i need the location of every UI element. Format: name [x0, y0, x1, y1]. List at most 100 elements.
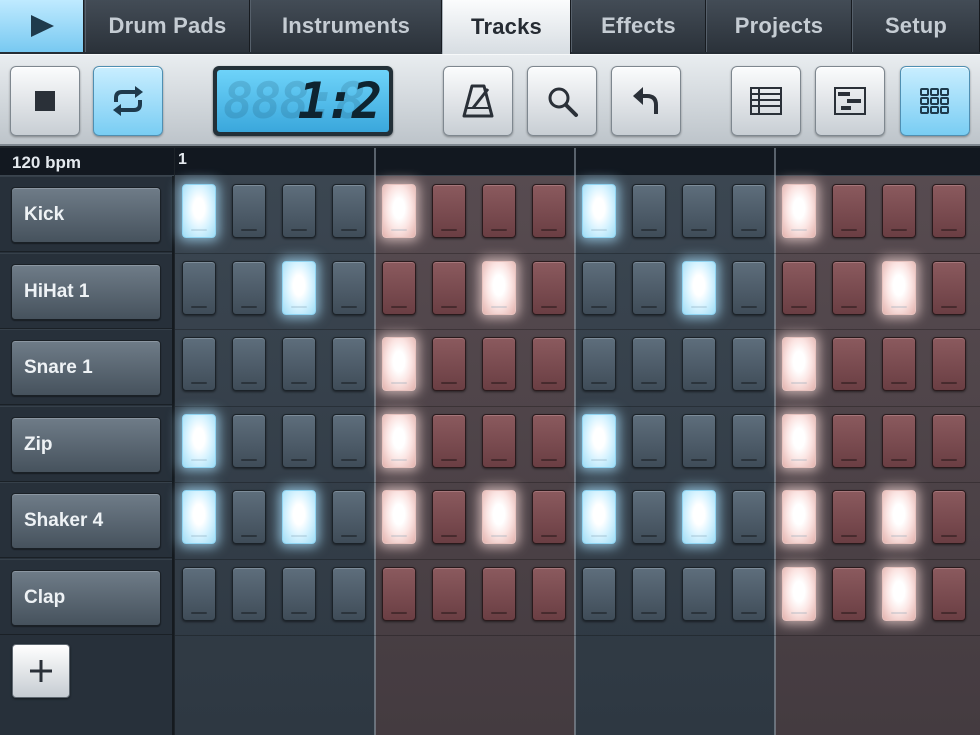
- step-pad[interactable]: [532, 184, 566, 238]
- step-pad[interactable]: [632, 337, 666, 391]
- step-pad[interactable]: [432, 337, 466, 391]
- step-pad[interactable]: [432, 566, 466, 621]
- step-pad[interactable]: [632, 184, 666, 238]
- step-pad[interactable]: [482, 337, 516, 391]
- step-pad[interactable]: [732, 337, 766, 391]
- step-pad[interactable]: [932, 337, 966, 391]
- step-pad[interactable]: [282, 184, 316, 238]
- step-pad[interactable]: [382, 490, 416, 544]
- undo-button[interactable]: [611, 66, 681, 136]
- step-pad[interactable]: [582, 413, 616, 468]
- step-pad[interactable]: [332, 566, 366, 621]
- step-pad[interactable]: [632, 260, 666, 315]
- tab-effects[interactable]: Effects: [571, 0, 706, 52]
- track-name-button[interactable]: HiHat 1: [11, 263, 161, 320]
- step-pad[interactable]: [332, 490, 366, 544]
- step-pad[interactable]: [582, 337, 616, 391]
- step-pad[interactable]: [232, 337, 266, 391]
- piano-roll-button[interactable]: [815, 66, 885, 136]
- step-pad[interactable]: [932, 566, 966, 621]
- step-pad[interactable]: [682, 260, 716, 315]
- step-pad[interactable]: [882, 337, 916, 391]
- step-pad[interactable]: [882, 260, 916, 315]
- step-pad[interactable]: [182, 260, 216, 315]
- step-pad[interactable]: [682, 566, 716, 621]
- step-pad[interactable]: [632, 490, 666, 544]
- step-pad[interactable]: [382, 184, 416, 238]
- step-pad[interactable]: [582, 490, 616, 544]
- step-pad[interactable]: [382, 337, 416, 391]
- step-pad[interactable]: [782, 490, 816, 544]
- step-pad[interactable]: [732, 490, 766, 544]
- step-pad[interactable]: [532, 566, 566, 621]
- step-pad[interactable]: [782, 566, 816, 621]
- tempo-display[interactable]: 120 bpm: [0, 148, 174, 176]
- step-pad[interactable]: [232, 184, 266, 238]
- step-pad[interactable]: [332, 413, 366, 468]
- step-pad[interactable]: [932, 413, 966, 468]
- tab-projects[interactable]: Projects: [706, 0, 852, 52]
- step-pad[interactable]: [332, 184, 366, 238]
- step-pad[interactable]: [432, 413, 466, 468]
- step-pad[interactable]: [832, 566, 866, 621]
- step-pad[interactable]: [182, 490, 216, 544]
- step-pad[interactable]: [482, 413, 516, 468]
- tab-instruments[interactable]: Instruments: [250, 0, 442, 52]
- step-pad[interactable]: [532, 260, 566, 315]
- step-pad[interactable]: [482, 566, 516, 621]
- step-pad[interactable]: [432, 490, 466, 544]
- step-pad[interactable]: [682, 337, 716, 391]
- step-pad[interactable]: [882, 413, 916, 468]
- list-view-button[interactable]: [731, 66, 801, 136]
- step-pad[interactable]: [282, 413, 316, 468]
- tab-tracks[interactable]: Tracks: [442, 0, 571, 54]
- step-pad[interactable]: [732, 566, 766, 621]
- step-pad[interactable]: [332, 260, 366, 315]
- step-pad[interactable]: [332, 337, 366, 391]
- step-pad[interactable]: [632, 413, 666, 468]
- step-pad[interactable]: [382, 260, 416, 315]
- step-pad[interactable]: [932, 184, 966, 238]
- step-pad[interactable]: [882, 566, 916, 621]
- play-button[interactable]: [0, 0, 84, 52]
- step-pad[interactable]: [182, 413, 216, 468]
- step-pad[interactable]: [782, 260, 816, 315]
- step-pad[interactable]: [832, 260, 866, 315]
- step-pad[interactable]: [582, 260, 616, 315]
- step-pad[interactable]: [532, 490, 566, 544]
- step-pad[interactable]: [582, 184, 616, 238]
- tab-setup[interactable]: Setup: [852, 0, 980, 52]
- step-pad[interactable]: [282, 260, 316, 315]
- step-pad[interactable]: [232, 413, 266, 468]
- metronome-button[interactable]: [443, 66, 513, 136]
- step-pad[interactable]: [432, 260, 466, 315]
- step-pad[interactable]: [282, 490, 316, 544]
- grid-view-button[interactable]: [900, 66, 970, 136]
- track-name-button[interactable]: Kick: [11, 187, 161, 243]
- step-pad[interactable]: [182, 184, 216, 238]
- step-pad[interactable]: [532, 337, 566, 391]
- track-name-button[interactable]: Clap: [11, 569, 161, 626]
- step-pad[interactable]: [282, 566, 316, 621]
- track-name-button[interactable]: Shaker 4: [11, 493, 161, 549]
- step-pad[interactable]: [782, 184, 816, 238]
- step-pad[interactable]: [832, 413, 866, 468]
- track-name-button[interactable]: Zip: [11, 416, 161, 473]
- step-pad[interactable]: [682, 413, 716, 468]
- track-name-button[interactable]: Snare 1: [11, 340, 161, 396]
- step-pad[interactable]: [532, 413, 566, 468]
- step-pad[interactable]: [932, 260, 966, 315]
- step-pad[interactable]: [482, 184, 516, 238]
- step-pad[interactable]: [232, 490, 266, 544]
- step-pad[interactable]: [732, 413, 766, 468]
- step-pad[interactable]: [882, 184, 916, 238]
- step-pad[interactable]: [482, 490, 516, 544]
- step-pad[interactable]: [782, 413, 816, 468]
- loop-button[interactable]: [93, 66, 163, 136]
- step-pad[interactable]: [832, 490, 866, 544]
- step-pad[interactable]: [882, 490, 916, 544]
- step-pad[interactable]: [732, 260, 766, 315]
- step-pad[interactable]: [582, 566, 616, 621]
- step-pad[interactable]: [682, 184, 716, 238]
- tab-drum-pads[interactable]: Drum Pads: [85, 0, 250, 52]
